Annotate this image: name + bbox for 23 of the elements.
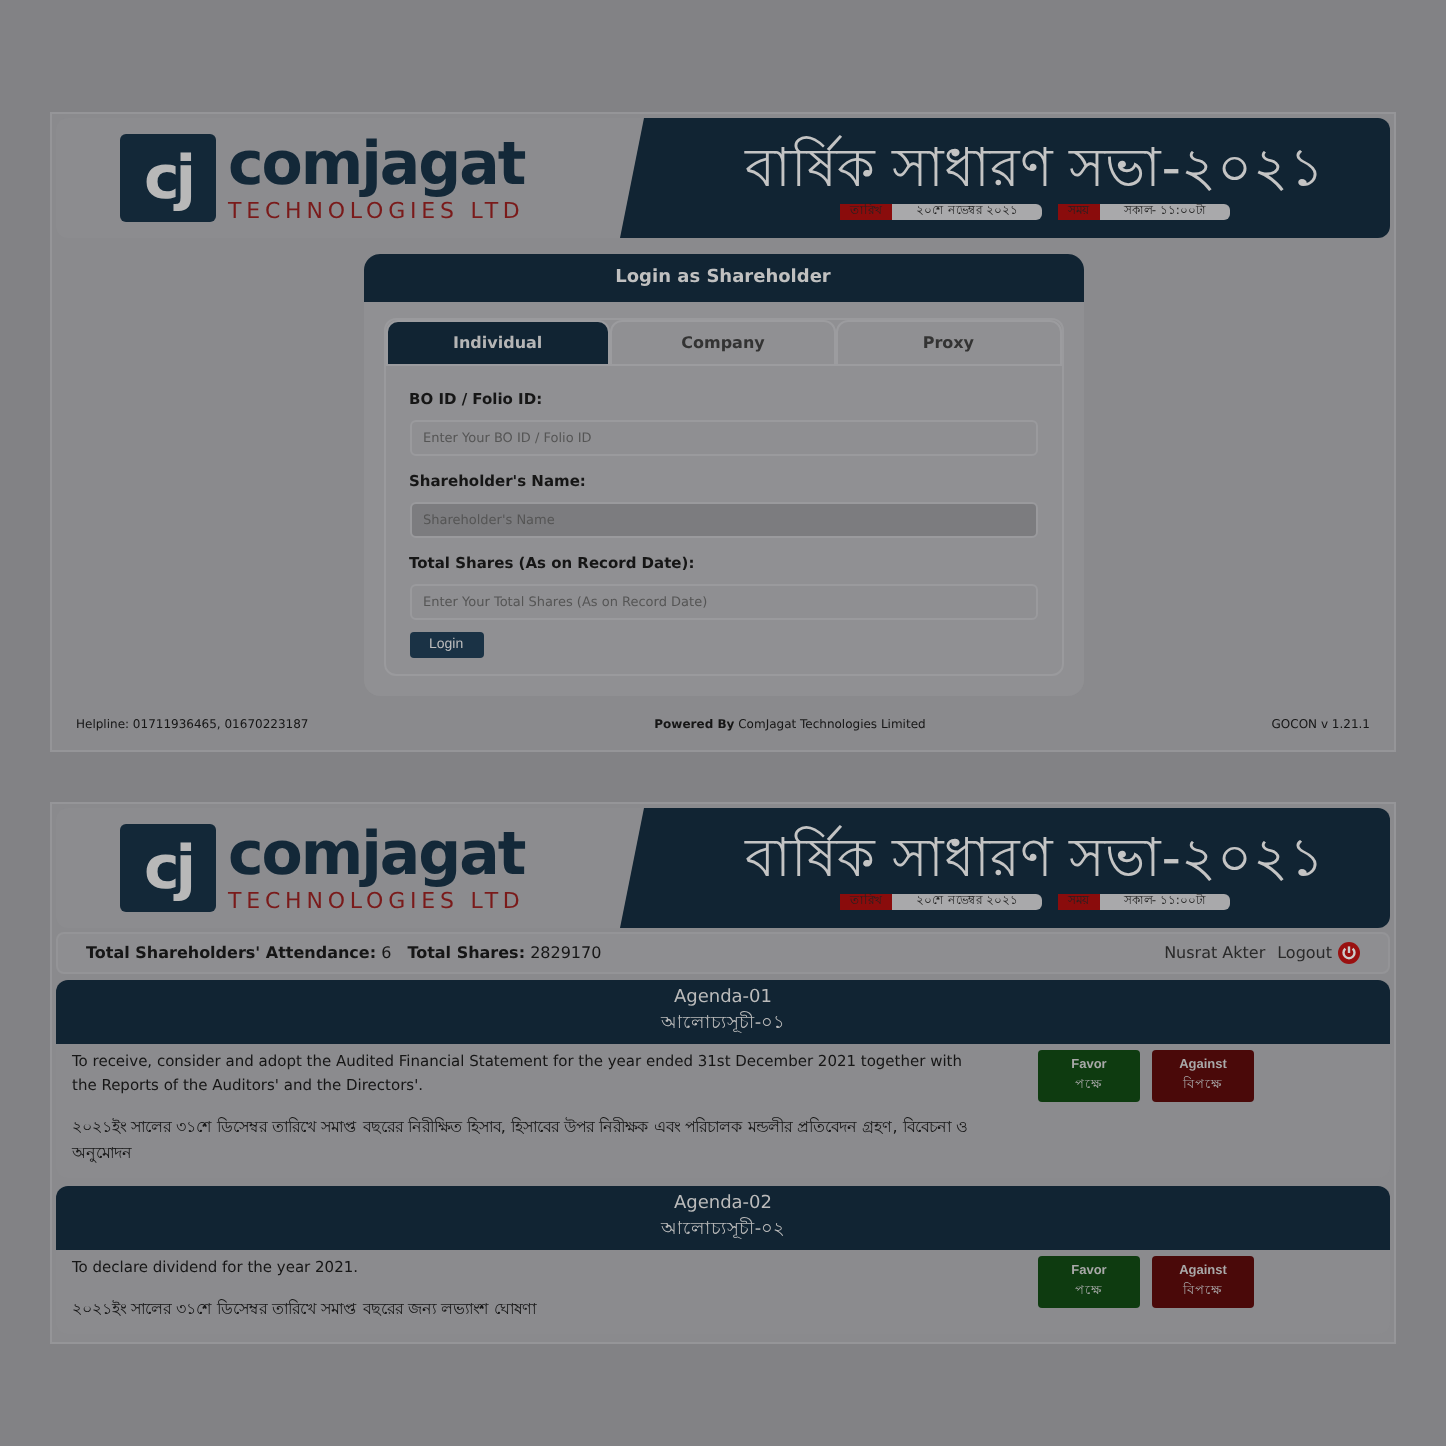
logo-name: comjagat [228, 133, 525, 197]
agenda-text-bengali: ২০২১ইং সালের ৩১শে ডিসেম্বর তারিখে সমাপ্ত বছরের নিরীক্ষিত হিসাব, হিসাবের উপর নিরীক্ষক এবং পরিচালক মন্ডলীর প্রতিবেদন গ্রহণ, বিবেচনা ও অনুমোদন [72, 1115, 970, 1166]
logo-mark: cj [120, 134, 216, 222]
agenda-title: Agenda-02 [671, 1192, 775, 1217]
agenda-text-bengali: ২০২১ইং সালের ৩১শে ডিসেম্বর তারিখে সমাপ্ত বছরের জন্য লভ্যাংশ ঘোষণা [72, 1297, 539, 1322]
event-title: বার্ষিক সাধারণ সভা-২০২১ [745, 826, 1325, 893]
agenda-title-bengali: আলোচ্যসূচী-০২ [658, 1218, 788, 1244]
logo-name: comjagat [228, 823, 525, 887]
logout-link[interactable]: Logout [1277, 942, 1360, 964]
logo-mark: cj [120, 824, 216, 912]
tab[interactable]: Proxy [835, 320, 1062, 366]
agenda-title-bengali: আলোচ্যসূচী-০১ [658, 1012, 788, 1038]
event-title: বার্ষিক সাধারণ সভা-২০২১ [745, 136, 1325, 203]
stat-text: Total Shareholders' Attendance: 6 [86, 944, 392, 962]
card-title: Login as Shareholder [363, 254, 1083, 302]
agenda-title: Agenda-01 [671, 986, 775, 1011]
tab[interactable]: Individual [385, 320, 611, 366]
stat-text: Total Shares: 2829170 [407, 944, 602, 962]
logo-tagline: TECHNOLOGIES LTD [228, 887, 525, 913]
logo-tagline: TECHNOLOGIES LTD [228, 197, 525, 223]
tab[interactable]: Company [610, 320, 836, 366]
user-name: Nusrat Akter [1164, 944, 1266, 962]
power-icon [1338, 942, 1360, 964]
